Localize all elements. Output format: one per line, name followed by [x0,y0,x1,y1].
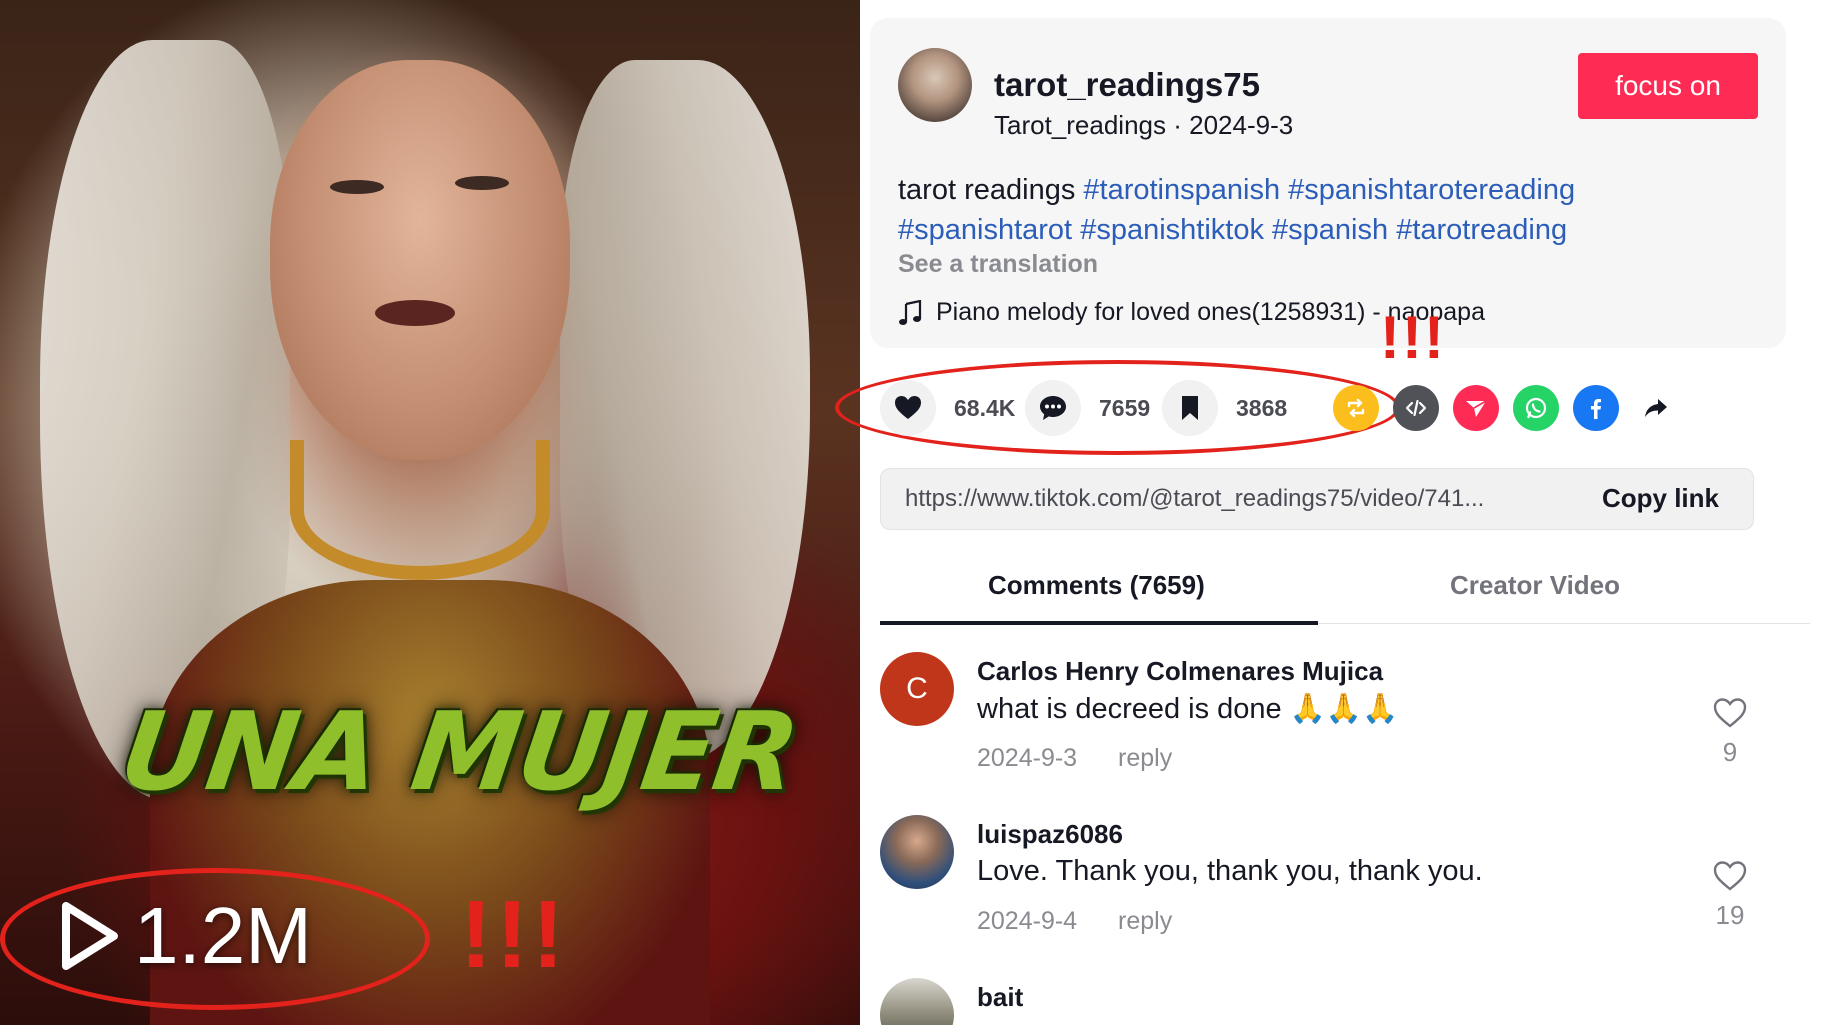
subline-separator: · [1173,110,1190,140]
author-avatar[interactable] [898,48,972,122]
annotation-exclamations-video: !!! [460,881,568,988]
send-to-friend-button[interactable] [1453,385,1499,431]
like-action[interactable]: 68.4K [880,380,1015,436]
thumbnail-necklace [290,440,550,580]
annotation-exclamations-actions: !!! [1380,304,1446,371]
thumbnail-face [270,60,570,460]
video-thumbnail[interactable]: UNA MUJER 1.2M !!! [0,0,860,1025]
more-share-button[interactable] [1633,385,1679,431]
hashtag-link[interactable]: #tarotreading [1396,214,1567,246]
comment-like-count: 19 [1715,900,1745,930]
thumbnail-eye-right [455,176,509,190]
hashtag-link[interactable]: #tarotinspanish [1083,174,1280,206]
facebook-icon [1591,399,1601,419]
whatsapp-share-button[interactable] [1513,385,1559,431]
author-nickname[interactable]: Tarot_readings [994,110,1166,140]
comment-date: 2024-9-3 [977,744,1078,772]
comment-count: 7659 [1099,394,1151,421]
reply-button[interactable]: reply [1118,907,1172,935]
post-panel: tarot_readings75 Tarot_readings · 2024-9… [835,0,1823,1025]
comment-meta: 2024-9-4 reply [977,907,1172,936]
comment-item: C Carlos Henry Colmenares Mujica what is… [880,652,1810,772]
hashtag-link[interactable]: #spanish [1272,214,1388,246]
embed-icon [1405,399,1427,417]
share-link-url[interactable]: https://www.tiktok.com/@tarot_readings75… [905,485,1545,513]
tab-comments[interactable]: Comments (7659) [988,570,1205,601]
video-overlay-title: UNA MUJER [113,690,805,815]
reply-button[interactable]: reply [1118,744,1172,772]
author-subline: Tarot_readings · 2024-9-3 [994,110,1293,141]
tab-creator-video[interactable]: Creator Video [1450,570,1620,601]
comment-meta: 2024-9-3 reply [977,744,1172,773]
comment-tabs: Comments (7659) Creator Video [880,558,1810,625]
commenter-name[interactable]: bait [977,982,1023,1013]
bookmark-icon [1182,396,1198,420]
comment-action[interactable]: 7659 [1025,380,1150,436]
share-arrow-icon [1645,399,1667,417]
post-info-card: tarot_readings75 Tarot_readings · 2024-9… [870,18,1786,348]
embed-button[interactable] [1393,385,1439,431]
comment-like-count: 9 [1722,737,1738,767]
see-translation-link[interactable]: See a translation [898,250,1098,279]
post-caption: tarot readings #tarotinspanish #spanisht… [898,170,1768,250]
commenter-avatar[interactable] [880,978,954,1025]
commenter-name[interactable]: Carlos Henry Colmenares Mujica [977,656,1383,687]
active-tab-indicator [880,621,1318,625]
comment-item: luispaz6086 Love. Thank you, thank you, … [880,815,1810,935]
share-link-box: https://www.tiktok.com/@tarot_readings75… [880,468,1754,530]
comment-item: bait [880,978,1810,1025]
copy-link-button[interactable]: Copy link [1602,483,1719,514]
follow-button[interactable]: focus on [1578,53,1758,119]
thumbnail-mouth [375,300,455,326]
author-username[interactable]: tarot_readings75 [994,66,1260,104]
send-icon [1466,400,1487,417]
whatsapp-icon [1525,397,1547,419]
heart-outline-icon [1713,698,1747,728]
caption-text: tarot readings [898,174,1084,206]
action-bar: 68.4K 7659 3868 [880,380,1810,436]
commenter-name[interactable]: luispaz6086 [977,819,1123,850]
comment-icon [1040,396,1066,420]
thumbnail-eye-left [330,180,384,194]
heart-icon [895,396,921,419]
commenter-avatar[interactable]: C [880,652,954,726]
music-note-icon [899,299,922,325]
comment-text: Love. Thank you, thank you, thank you. [977,855,1483,887]
save-action[interactable]: 3868 [1162,380,1287,436]
commenter-avatar[interactable] [880,815,954,889]
hashtag-link[interactable]: #spanishtarotereading [1288,174,1575,206]
hashtag-link[interactable]: #spanishtarot [898,214,1072,246]
hashtag-link[interactable]: #spanishtiktok [1080,214,1264,246]
facebook-share-button[interactable] [1573,385,1619,431]
repost-icon [1347,398,1365,418]
comment-like[interactable]: 19 [1708,859,1752,931]
annotation-circle-views [0,868,430,1010]
post-date: 2024-9-3 [1189,110,1294,140]
avatar-letter: C [906,672,928,705]
repost-button[interactable] [1333,385,1379,431]
save-count: 3868 [1236,394,1288,421]
like-count: 68.4K [954,394,1016,421]
comment-date: 2024-9-4 [977,907,1078,935]
comment-text: what is decreed is done 🙏🙏🙏 [977,693,1399,725]
comment-like[interactable]: 9 [1708,696,1752,768]
heart-outline-icon [1713,861,1747,891]
